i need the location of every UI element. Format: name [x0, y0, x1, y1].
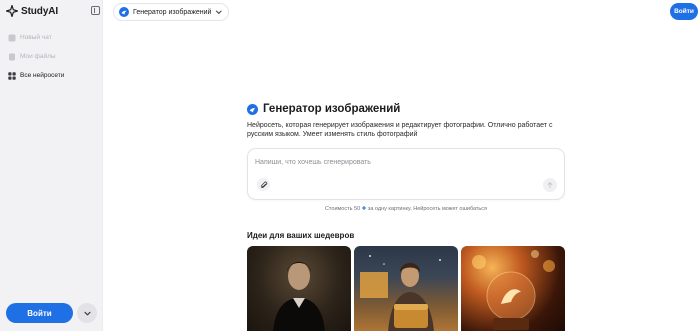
sidebar: StudyAI Новый чат Мои файлы Все нейросет…	[0, 0, 103, 331]
arrow-up-icon	[547, 182, 553, 188]
sidebar-item-new-chat[interactable]: Новый чат	[0, 28, 103, 47]
attach-button[interactable]	[257, 178, 270, 191]
idea-card-snow-globe[interactable]	[461, 246, 565, 331]
collapse-sidebar-icon[interactable]	[91, 6, 100, 15]
header-login-button[interactable]: Войти	[670, 3, 698, 20]
prompt-box	[247, 148, 565, 200]
page-description: Нейросеть, которая генерирует изображени…	[247, 122, 553, 138]
chevron-down-icon	[83, 311, 91, 315]
sidebar-item-my-files[interactable]: Мои файлы	[0, 47, 103, 66]
sidebar-login-button[interactable]: Войти	[6, 303, 73, 323]
sidebar-item-all-networks[interactable]: Все нейросети	[0, 66, 103, 85]
model-logo-icon	[247, 103, 258, 115]
page-title: Генератор изображений	[247, 103, 400, 115]
chat-icon	[8, 34, 16, 41]
sidebar-expand-button[interactable]	[77, 303, 97, 323]
snow-globe-image	[472, 250, 555, 330]
sidebar-item-label: Новый чат	[20, 34, 52, 41]
grid-icon	[8, 71, 16, 80]
sidebar-item-label: Мои файлы	[20, 53, 56, 60]
treasure-image	[360, 255, 441, 331]
prompt-input[interactable]	[255, 156, 555, 168]
paperclip-icon	[260, 181, 267, 188]
file-icon	[9, 53, 15, 60]
ideas-heading: Идеи для ваших шедевров	[247, 231, 355, 240]
chevron-down-icon	[216, 10, 223, 14]
plus-gem-icon: ✚	[361, 206, 367, 212]
page-title-text: Генератор изображений	[263, 103, 401, 115]
idea-card-treasure[interactable]	[354, 246, 458, 331]
cost-suffix: за одну картинку. Нейросеть может ошибат…	[367, 206, 488, 212]
brand-name: StudyAI	[21, 5, 59, 17]
model-logo-icon	[119, 7, 129, 17]
send-button[interactable]	[543, 178, 557, 192]
cost-note: Стоимость 50 ✚ за одну картинку. Нейросе…	[247, 206, 565, 212]
idea-card-portrait[interactable]	[247, 246, 351, 331]
sidebar-item-label: Все нейросети	[20, 72, 65, 79]
cost-prefix: Стоимость 50	[324, 206, 361, 212]
model-selector-label: Генератор изображений	[133, 8, 212, 16]
sparkle-logo-icon	[6, 5, 18, 17]
sidebar-nav: Новый чат Мои файлы Все нейросети	[0, 28, 103, 85]
brand[interactable]: StudyAI	[6, 5, 58, 17]
portrait-image	[273, 262, 325, 331]
model-selector[interactable]: Генератор изображений	[113, 3, 229, 21]
